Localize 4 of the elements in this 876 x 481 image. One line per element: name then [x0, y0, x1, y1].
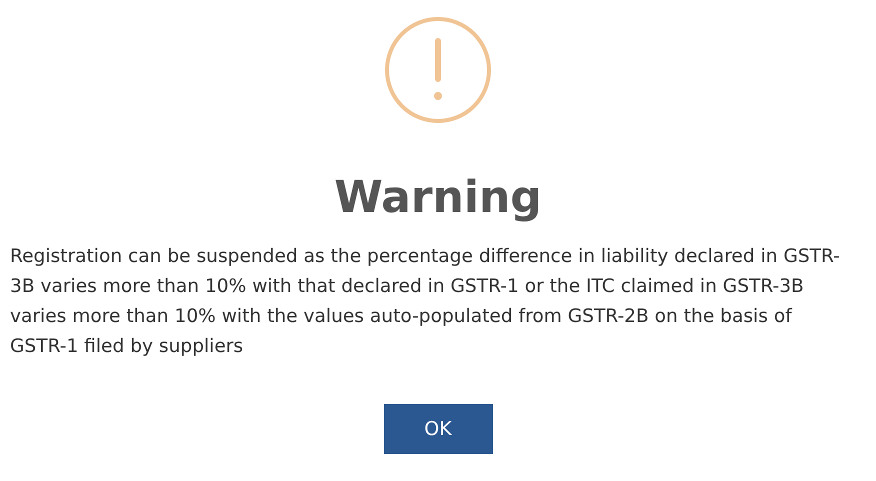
ok-button[interactable]: OK — [384, 404, 492, 454]
warning-message: Registration can be suspended as the percentage difference in liability declared in GSTR-3B varies more than 10% with that declared in GSTR-1 or the ITC claimed in GSTR-3B varies more than 10% with the values auto-populated from GSTR-2B on the basis of GSTR-1 filed by suppliers — [9, 245, 841, 359]
dialog-title: Warning — [334, 176, 542, 220]
warning-icon — [384, 16, 492, 124]
